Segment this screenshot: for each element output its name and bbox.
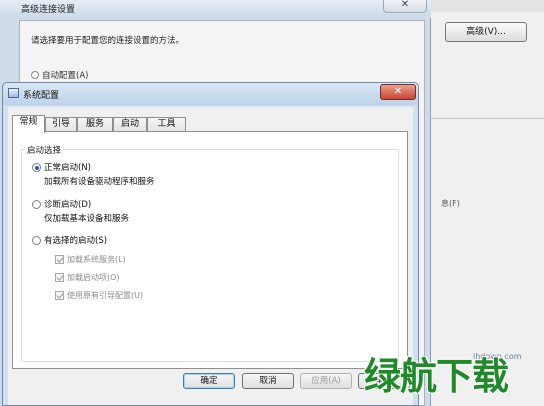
window-app-icon	[8, 88, 19, 98]
right-partial-label: 息(F)	[441, 199, 460, 208]
use-original-boot-config-label: 使用原有引导配置(U)	[67, 291, 144, 300]
load-startup-items-label: 加载启动项(O)	[67, 273, 120, 282]
load-startup-items-checkbox[interactable]	[55, 273, 64, 282]
normal-startup-description: 加载所有设备驱动程序和服务	[44, 177, 155, 187]
diagnostic-startup-label[interactable]: 诊断启动(D)	[44, 198, 91, 210]
general-tab-panel: 启动选择 正常启动(N) 加载所有设备驱动程序和服务 诊断启动(D) 仅加载基本…	[12, 131, 408, 369]
tab-services[interactable]: 服务	[77, 117, 113, 132]
tab-startup[interactable]: 启动	[113, 117, 147, 132]
load-system-services-label: 加载系统服务(L)	[67, 255, 126, 264]
tab-general[interactable]: 常规	[12, 115, 45, 133]
dialog-client-area: 常规 引导 服务 启动 工具 启动选择 正常启动(N) 加载所有设备驱动程序和服…	[8, 107, 413, 405]
connection-method-prompt: 请选择要用于配置您的连接设置的方法。	[31, 36, 185, 46]
use-original-boot-config-checkbox[interactable]	[55, 291, 64, 300]
selective-startup-radio[interactable]	[32, 236, 41, 245]
bg-close-button[interactable]: ✕	[383, 0, 427, 13]
selective-startup-label[interactable]: 有选择的启动(S)	[44, 234, 107, 246]
watermark-logo-text: 绿航下载	[364, 355, 509, 398]
right-divider	[431, 118, 544, 119]
dialog-close-button[interactable]: ✕	[380, 84, 416, 100]
auto-config-label: 自动配置(A)	[42, 71, 89, 81]
bg-window-titlebar: 高级连接设置 ✕	[0, 0, 431, 18]
normal-startup-radio[interactable]	[32, 163, 41, 172]
diagnostic-startup-radio[interactable]	[32, 200, 41, 209]
tab-boot[interactable]: 引导	[45, 117, 77, 132]
ok-button[interactable]: 确定	[183, 373, 235, 389]
tab-tools[interactable]: 工具	[147, 117, 186, 132]
diagnostic-startup-description: 仅加载基本设备和服务	[44, 214, 130, 224]
apply-button[interactable]: 应用(A)	[300, 373, 352, 389]
normal-startup-label[interactable]: 正常启动(N)	[44, 161, 91, 173]
cancel-button[interactable]: 取消	[242, 373, 294, 389]
auto-config-option[interactable]: 自动配置(A)	[31, 69, 88, 81]
advanced-button[interactable]: 高级(V)...	[445, 22, 527, 42]
auto-config-radio[interactable]	[31, 71, 39, 79]
dialog-titlebar: 系统配置 ✕	[3, 83, 418, 105]
bg-window-title: 高级连接设置	[21, 5, 76, 15]
system-configuration-dialog: 系统配置 ✕ 常规 引导 服务 启动 工具 启动选择 正常启动(N) 加载所有设…	[2, 82, 419, 406]
dialog-title: 系统配置	[23, 91, 60, 101]
right-window-header	[431, 0, 544, 12]
load-system-services-checkbox[interactable]	[55, 255, 64, 264]
startup-selection-title: 启动选择	[25, 144, 64, 156]
